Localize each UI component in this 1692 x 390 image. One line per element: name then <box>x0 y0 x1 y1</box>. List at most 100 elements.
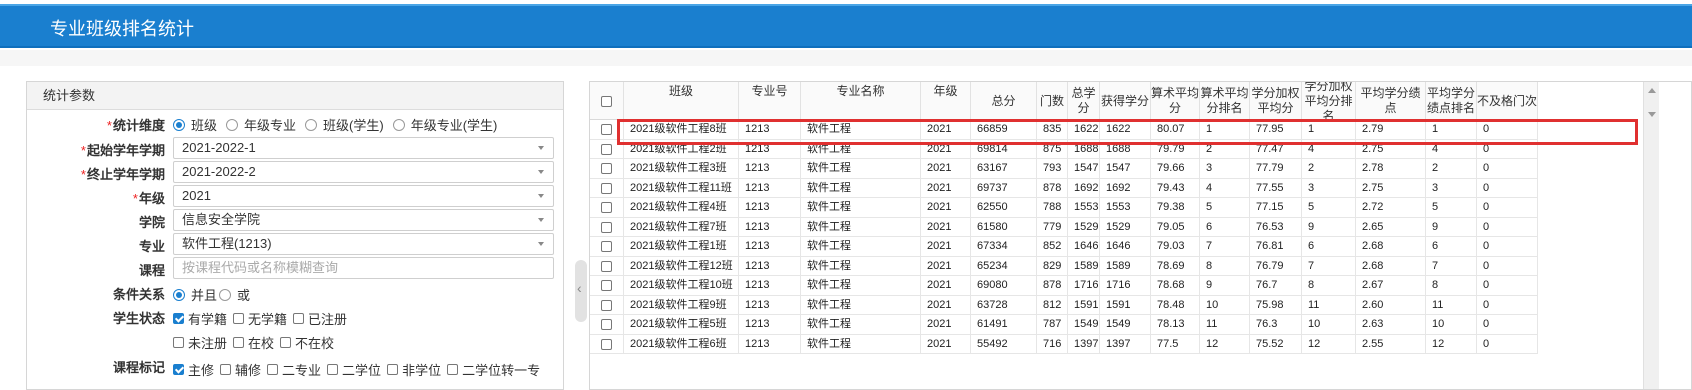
checkbox-icon[interactable] <box>387 364 399 375</box>
checkbox-icon[interactable] <box>293 313 305 324</box>
row-checkbox-icon[interactable] <box>601 221 612 233</box>
table-row[interactable]: 2021级软件工程10班 1213 软件工程 2021 69080 878 1716 1716… <box>590 276 1538 296</box>
table-row[interactable]: 2021级软件工程8班 1213 软件工程 2021 66859 835 1622 1622 8… <box>590 120 1538 140</box>
course-search-input[interactable]: 按课程代码或名称模糊查询 <box>173 257 554 279</box>
cell-total-score: 63728 <box>971 295 1037 315</box>
table-row[interactable]: 2021级软件工程11班 1213 软件工程 2021 69737 878 1692 1692… <box>590 178 1538 198</box>
panel-collapse-handle[interactable]: ‹ <box>575 260 587 322</box>
row-checkbox-icon[interactable] <box>601 143 612 155</box>
row-select-cell[interactable] <box>590 217 624 237</box>
row-select-cell[interactable] <box>590 295 624 315</box>
checkbox-icon[interactable] <box>233 337 245 348</box>
required-mark: * <box>106 118 112 133</box>
row-checkbox-icon[interactable] <box>601 182 612 194</box>
dimension-option-class[interactable]: 班级 <box>173 115 217 134</box>
cell-major-name: 软件工程 <box>801 178 921 198</box>
row-select-cell[interactable] <box>590 276 624 295</box>
table-row[interactable]: 2021级软件工程9班 1213 软件工程 2021 63728 812 1591 1591 7… <box>590 295 1538 315</box>
radio-icon[interactable] <box>226 118 239 131</box>
checkbox-icon[interactable] <box>233 313 245 324</box>
row-checkbox-icon[interactable] <box>601 299 612 311</box>
row-checkbox-icon[interactable] <box>601 124 612 135</box>
row-select-cell[interactable] <box>590 256 624 276</box>
row-select-cell[interactable] <box>590 237 624 256</box>
row-checkbox-icon[interactable] <box>601 319 612 330</box>
row-checkbox-icon[interactable] <box>601 202 612 213</box>
status-option[interactable]: 在校 <box>229 333 274 352</box>
major-select[interactable]: 软件工程(1213) <box>173 233 554 255</box>
checkbox-icon[interactable] <box>173 313 184 324</box>
cell-major-name: 软件工程 <box>801 217 921 237</box>
college-select[interactable]: 信息安全学院 <box>173 209 554 231</box>
table-row[interactable]: 2021级软件工程2班 1213 软件工程 2021 69814 875 1688 1688 7… <box>590 139 1538 159</box>
select-all-checkbox-icon[interactable] <box>601 95 612 107</box>
table-row[interactable]: 2021级软件工程7班 1213 软件工程 2021 61580 779 1529 1529 7… <box>590 217 1538 237</box>
checkbox-icon[interactable] <box>447 364 459 375</box>
row-checkbox-icon[interactable] <box>601 241 612 252</box>
cell-weighted-avg-rank: 11 <box>1302 295 1356 315</box>
table-row[interactable]: 2021级软件工程3班 1213 软件工程 2021 63167 793 1547 1547 7… <box>590 159 1538 179</box>
flag-option[interactable]: 二学位转一专 <box>443 360 540 379</box>
flag-option[interactable]: 二学位 <box>323 360 381 379</box>
dimension-option-grade-major[interactable]: 年级专业 <box>226 115 296 134</box>
checkbox-icon[interactable] <box>267 364 279 375</box>
status-option[interactable]: 不在校 <box>276 333 334 352</box>
row-checkbox-icon[interactable] <box>601 163 612 174</box>
cell-avg-score: 79.03 <box>1151 237 1200 256</box>
radio-icon[interactable] <box>392 118 405 131</box>
radio-icon[interactable] <box>173 118 185 131</box>
scroll-up-icon[interactable] <box>1648 88 1656 93</box>
grade-select[interactable]: 2021 <box>173 185 554 207</box>
radio-icon[interactable] <box>219 288 232 301</box>
cell-weighted-avg-rank: 8 <box>1302 276 1356 295</box>
cell-grade: 2021 <box>921 159 971 178</box>
condition-option-and[interactable]: 并且 <box>173 285 217 304</box>
checkbox-icon[interactable] <box>220 364 232 375</box>
header-avg-score-rank: 算术平均分排名 <box>1200 82 1250 120</box>
start-term-row: *起始学年学期 2021-2022-1 <box>27 137 565 161</box>
cell-total-credit: 1553 <box>1068 198 1100 217</box>
flag-option[interactable]: 非学位 <box>383 360 441 379</box>
row-checkbox-icon[interactable] <box>601 280 612 291</box>
flag-option[interactable]: 辅修 <box>216 360 261 379</box>
checkbox-icon[interactable] <box>280 337 292 348</box>
status-option[interactable]: 无学籍 <box>229 309 287 328</box>
header-select-all[interactable] <box>590 82 624 120</box>
vertical-scrollbar[interactable] <box>1643 82 1659 389</box>
cell-course-count: 793 <box>1037 159 1068 178</box>
row-select-cell[interactable] <box>590 139 624 159</box>
cell-earned-credit: 1692 <box>1100 178 1151 198</box>
row-checkbox-icon[interactable] <box>601 260 612 272</box>
scroll-down-icon[interactable] <box>1648 112 1656 117</box>
end-term-select[interactable]: 2021-2022-2 <box>173 161 554 183</box>
condition-option-or[interactable]: 或 <box>219 285 250 304</box>
row-checkbox-icon[interactable] <box>601 338 612 350</box>
radio-icon[interactable] <box>173 288 185 301</box>
cell-total-credit: 1688 <box>1068 139 1100 159</box>
flag-option[interactable]: 二专业 <box>263 360 321 379</box>
status-option[interactable]: 已注册 <box>289 309 347 328</box>
dimension-option-grade-major-student[interactable]: 年级专业(学生) <box>392 115 497 134</box>
row-select-cell[interactable] <box>590 159 624 178</box>
status-option[interactable]: 未注册 <box>173 333 227 352</box>
row-select-cell[interactable] <box>590 334 624 354</box>
checkbox-icon[interactable] <box>327 364 339 375</box>
table-row[interactable]: 2021级软件工程5班 1213 软件工程 2021 61491 787 1549 1549 7… <box>590 315 1538 335</box>
dimension-option-class-student[interactable]: 班级(学生) <box>305 115 384 134</box>
flag-option[interactable]: 主修 <box>173 360 214 379</box>
status-option[interactable]: 有学籍 <box>173 309 227 328</box>
row-select-cell[interactable] <box>590 120 624 139</box>
row-select-cell[interactable] <box>590 178 624 198</box>
checkbox-icon[interactable] <box>173 337 184 348</box>
table-row[interactable]: 2021级软件工程4班 1213 软件工程 2021 62550 788 1553 1553 7… <box>590 198 1538 218</box>
table-row[interactable]: 2021级软件工程6班 1213 软件工程 2021 55492 716 1397 1397 7… <box>590 334 1538 354</box>
radio-icon[interactable] <box>305 118 318 131</box>
start-term-select[interactable]: 2021-2022-1 <box>173 137 554 159</box>
row-select-cell[interactable] <box>590 198 624 217</box>
row-select-cell[interactable] <box>590 315 624 334</box>
checkbox-icon[interactable] <box>173 364 184 375</box>
cell-weighted-avg: 77.55 <box>1250 178 1302 198</box>
cell-avg-gpa-rank: 6 <box>1426 237 1477 256</box>
table-row[interactable]: 2021级软件工程1班 1213 软件工程 2021 67334 852 1646 1646 7… <box>590 237 1538 257</box>
table-row[interactable]: 2021级软件工程12班 1213 软件工程 2021 65234 829 1589 1589… <box>590 256 1538 276</box>
